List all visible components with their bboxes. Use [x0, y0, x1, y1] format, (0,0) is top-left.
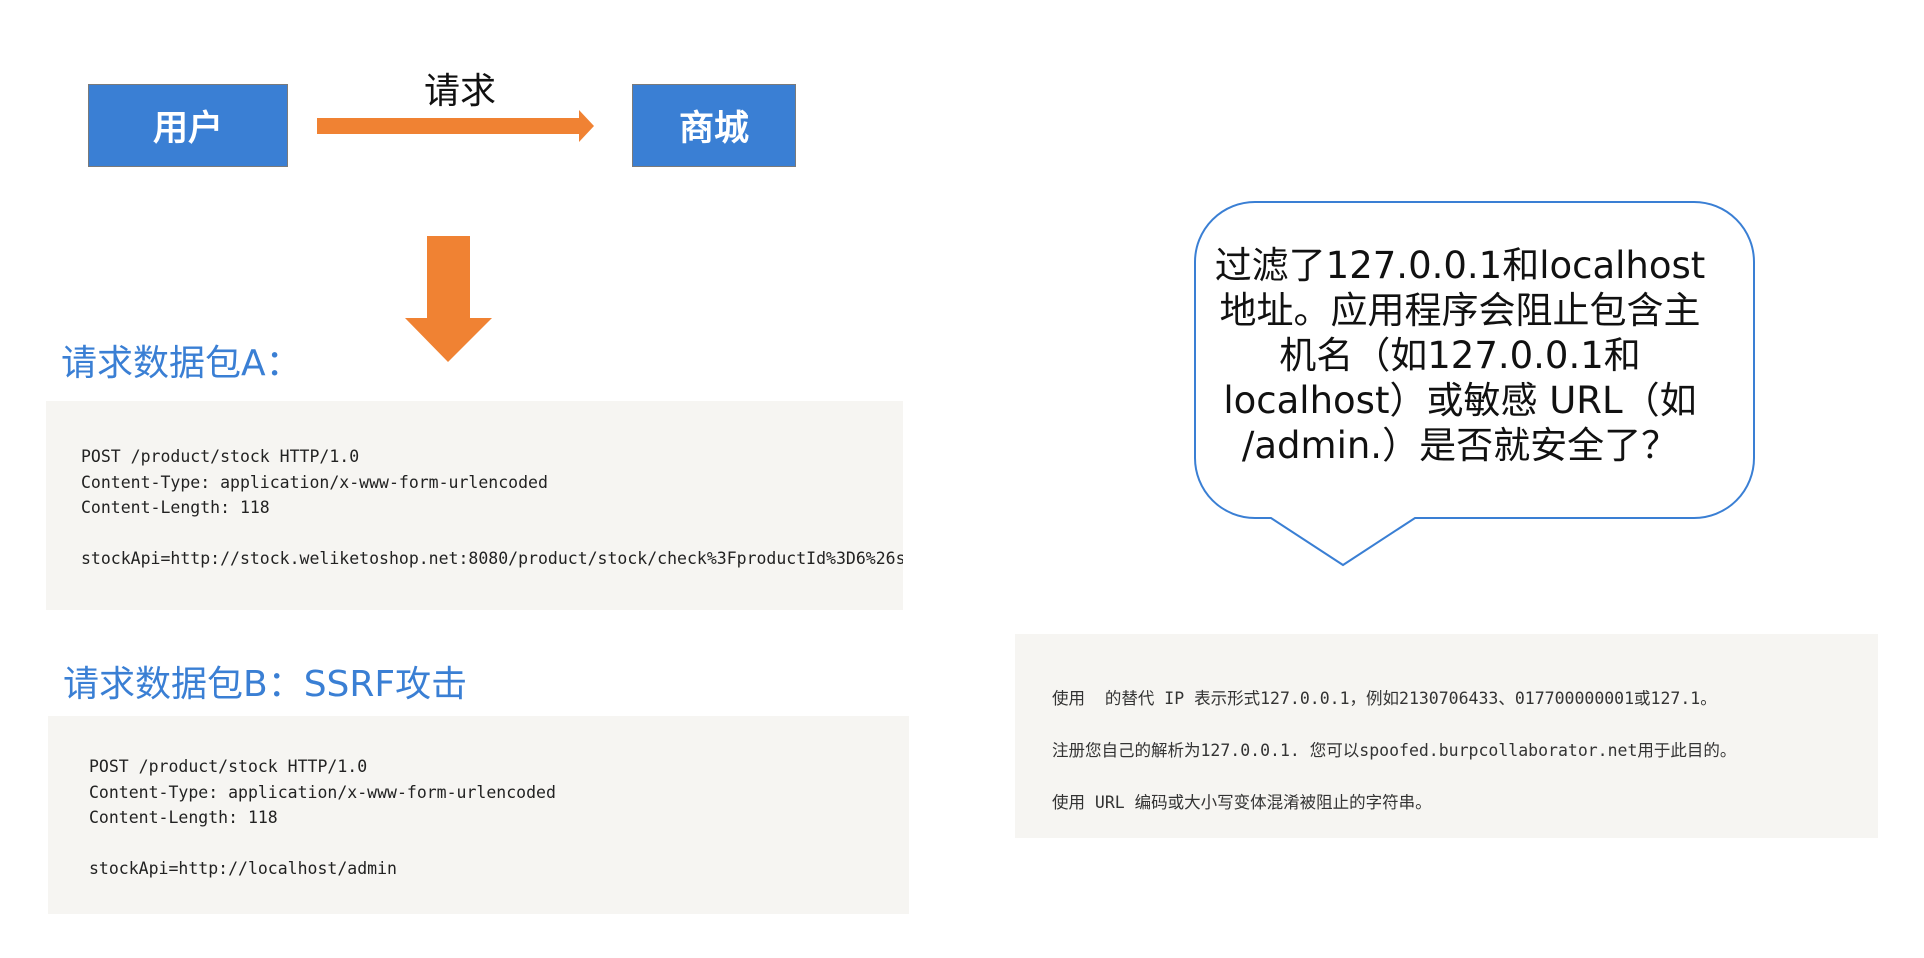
tip-line: 使用 URL 编码或大小写变体混淆被阻止的字符串。 [1052, 793, 1432, 812]
code-line: Content-Type: application/x-www-form-url… [89, 782, 556, 802]
code-line: Content-Length: 118 [89, 808, 278, 827]
code-line: POST /product/stock HTTP/1.0 [81, 447, 360, 466]
code-line: POST /product/stock HTTP/1.0 [89, 757, 368, 776]
callout-line: 地址。应用程序会阻止包含主 [1219, 289, 1701, 332]
packet-b-heading: 请求数据包B：SSRF攻击 [63, 664, 468, 705]
code-line-blank: ​ [89, 831, 909, 857]
callout-text: 过滤了127.0.0.1和localhost 地址。应用程序会阻止包含主 机名（… [1200, 243, 1720, 468]
tip-line: 使用 的替代 IP 表示形式127.0.0.1，例如2130706433、017… [1052, 689, 1717, 708]
packet-b-code: POST /product/stock HTTP/1.0 Content-Type… [48, 716, 909, 914]
down-arrow [405, 236, 492, 362]
callout-line: 过滤了127.0.0.1和localhost [1214, 244, 1706, 287]
callout-line: /admin.）是否就安全了？ [1241, 424, 1679, 467]
packet-a-heading: 请求数据包A： [61, 343, 302, 384]
code-line-blank: ​ [81, 521, 903, 547]
mall-label: 商城 [678, 109, 749, 149]
code-line: stockApi=http://stock.weliketoshop.net:8… [81, 549, 903, 568]
tip-line: 注册您自己的解析为127.0.0.1. 您可以spoofed.burpcolla… [1052, 741, 1737, 760]
bypass-tips: 使用 的替代 IP 表示形式127.0.0.1，例如2130706433、017… [1015, 634, 1878, 838]
callout-line: localhost）或敏感 URL（如 [1223, 379, 1697, 422]
callout-line: 机名（如127.0.0.1和 [1279, 334, 1641, 377]
code-line: Content-Length: 118 [81, 498, 270, 517]
packet-a-code: POST /product/stock HTTP/1.0 Content-Type… [46, 401, 903, 610]
request-arrow [317, 110, 594, 142]
code-line: stockApi=http://localhost/admin [89, 859, 397, 878]
code-line: Content-Type: application/x-www-form-url… [81, 472, 548, 492]
mall-box: 商城 [632, 84, 796, 167]
